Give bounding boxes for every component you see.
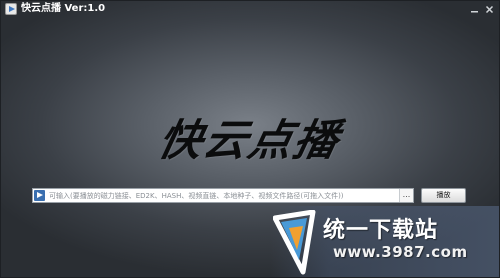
- minimize-icon[interactable]: [467, 3, 481, 15]
- logo-area: 快云点播: [1, 106, 499, 168]
- watermark-title: 统一下载站: [323, 218, 439, 243]
- watermark-logo-icon: [273, 210, 316, 275]
- app-window: 快云点播 Ver:1.0 快云点播 ... 播放 统一下载站 www.3987.…: [0, 0, 500, 278]
- title-bar[interactable]: 快云点播 Ver:1.0: [1, 1, 499, 18]
- app-logo-icon: [5, 3, 17, 15]
- app-logo-text: 快云点播: [153, 116, 345, 166]
- play-icon: [34, 190, 45, 201]
- browse-button[interactable]: ...: [399, 189, 413, 202]
- watermark-url: www.3987.com: [333, 243, 468, 261]
- close-icon[interactable]: [482, 3, 496, 15]
- watermark: 统一下载站 www.3987.com: [271, 206, 499, 277]
- url-input[interactable]: [48, 189, 396, 202]
- window-controls: [467, 3, 496, 15]
- url-input-bar: ...: [32, 188, 414, 203]
- play-button[interactable]: 播放: [421, 188, 466, 203]
- window-title: 快云点播 Ver:1.0: [21, 3, 106, 14]
